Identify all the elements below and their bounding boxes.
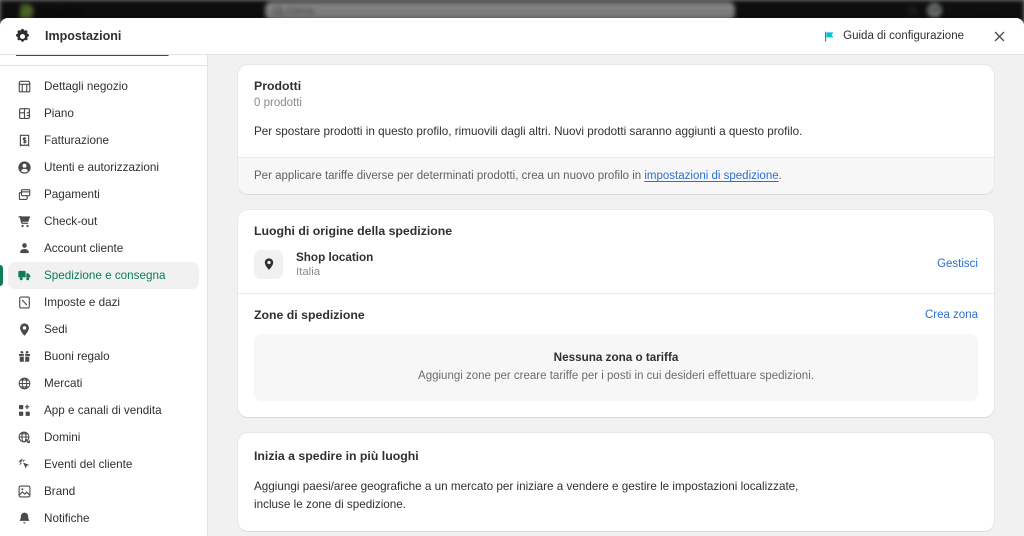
sidebar-item-piano[interactable]: Piano xyxy=(8,100,199,127)
sidebar-item-label: Buoni regalo xyxy=(44,350,110,363)
multi-location-body: Inizia a spedire in più luoghi Aggiungi … xyxy=(238,433,994,531)
sidebar-item-label: Utenti e autorizzazioni xyxy=(44,161,159,174)
create-zone-button[interactable]: Crea zona xyxy=(925,309,978,321)
sidebar-item-label: Imposte e dazi xyxy=(44,296,120,309)
zones-empty-state: Nessuna zona o tariffa Aggiungi zone per… xyxy=(254,334,978,401)
zones-title: Zone di spedizione xyxy=(254,308,365,322)
cursor-click-icon xyxy=(16,457,32,473)
sidebar-item-label: Dettagli negozio xyxy=(44,80,128,93)
sidebar-item-domini[interactable]: Domini xyxy=(8,424,199,451)
sidebar-item-label: Piano xyxy=(44,107,74,120)
zones-empty-description: Aggiungi zone per creare tariffe per i p… xyxy=(270,370,962,382)
products-card-footer: Per applicare tariffe diverse per determ… xyxy=(238,157,994,194)
sidebar-item-check-out[interactable]: Check-out xyxy=(8,208,199,235)
manage-location-button[interactable]: Gestisci xyxy=(937,258,978,270)
location-name: Shop location xyxy=(296,251,373,264)
plan-icon xyxy=(16,106,32,122)
products-card-body: Prodotti 0 prodotti Per spostare prodott… xyxy=(238,65,994,157)
zones-header: Zone di spedizione Crea zona xyxy=(238,294,994,322)
sidebar-item-label: Domini xyxy=(44,431,80,444)
truck-icon xyxy=(16,268,32,284)
card-swipe-icon xyxy=(16,187,32,203)
settings-modal: Impostazioni Guida di configurazione xyxy=(0,18,1024,536)
multi-location-title: Inizia a spedire in più luoghi xyxy=(254,449,978,463)
store-url-link[interactable]: test-spedizioni.myshopify.com xyxy=(0,55,207,66)
sidebar-item-label: Brand xyxy=(44,485,75,498)
sidebar-item-account-cliente[interactable]: Account cliente xyxy=(8,235,199,262)
modal-body: test-spedizioni.myshopify.com Dettagli n… xyxy=(0,55,1024,536)
sidebar-item-label: Fatturazione xyxy=(44,134,109,147)
sidebar-item-label: Notifiche xyxy=(44,512,89,525)
sidebar-item-pagamenti[interactable]: Pagamenti xyxy=(8,181,199,208)
shipping-origin-details: Shop location Italia xyxy=(296,251,373,278)
settings-content: Prodotti 0 prodotti Per spostare prodott… xyxy=(208,55,1024,536)
sidebar-item-label: Spedizione e consegna xyxy=(44,269,166,282)
shipping-origins-zones-card: Luoghi di origine della spedizione Shop … xyxy=(238,210,994,417)
location-country: Italia xyxy=(296,266,373,278)
domain-globe-icon xyxy=(16,430,32,446)
flag-icon xyxy=(823,30,836,43)
modal-header: Impostazioni Guida di configurazione xyxy=(0,18,1024,55)
products-title: Prodotti xyxy=(254,79,978,93)
content-scroll-region: Prodotti 0 prodotti Per spostare prodott… xyxy=(238,55,994,536)
sidebar-item-utenti-e-autorizzazioni[interactable]: Utenti e autorizzazioni xyxy=(8,154,199,181)
percent-icon xyxy=(16,295,32,311)
sidebar-item-label: Sedi xyxy=(44,323,67,336)
origins-title: Luoghi di origine della spedizione xyxy=(254,224,452,238)
multi-location-card: Inizia a spedire in più luoghi Aggiungi … xyxy=(238,433,994,531)
person-icon xyxy=(16,241,32,257)
pin-icon xyxy=(16,322,32,338)
sidebar-item-label: Mercati xyxy=(44,377,82,390)
sidebar-item-label: Eventi del cliente xyxy=(44,458,132,471)
user-circle-icon xyxy=(16,160,32,176)
sidebar-item-dettagli-negozio[interactable]: Dettagli negozio xyxy=(8,73,199,100)
sidebar-item-buoni-regalo[interactable]: Buoni regalo xyxy=(8,343,199,370)
setup-guide-label: Guida di configurazione xyxy=(843,30,964,42)
sidebar-item-fatturazione[interactable]: Fatturazione xyxy=(8,127,199,154)
sidebar-item-imposte-e-dazi[interactable]: Imposte e dazi xyxy=(8,289,199,316)
settings-sidebar[interactable]: test-spedizioni.myshopify.com Dettagli n… xyxy=(0,55,208,536)
sidebar-item-label: App e canali di vendita xyxy=(44,404,162,417)
receipt-icon xyxy=(16,133,32,149)
modal-header-left: Impostazioni xyxy=(14,28,121,45)
close-icon xyxy=(992,29,1007,44)
sidebar-item-eventi-del-cliente[interactable]: Eventi del cliente xyxy=(8,451,199,478)
gear-icon xyxy=(14,28,31,45)
gift-icon xyxy=(16,349,32,365)
sidebar-item-app-e-canali-di-vendita[interactable]: App e canali di vendita xyxy=(8,397,199,424)
origins-header: Luoghi di origine della spedizione xyxy=(238,210,994,238)
pin-icon xyxy=(254,250,283,279)
sidebar-item-spedizione-e-consegna[interactable]: Spedizione e consegna xyxy=(8,262,199,289)
products-count: 0 prodotti xyxy=(254,97,978,109)
multi-location-description: Aggiungi paesi/aree geografiche a un mer… xyxy=(254,478,824,513)
sidebar-item-label: Pagamenti xyxy=(44,188,100,201)
sidebar-item-label: Account cliente xyxy=(44,242,123,255)
sidebar-scroll-region: test-spedizioni.myshopify.com Dettagli n… xyxy=(0,55,207,532)
sidebar-item-sedi[interactable]: Sedi xyxy=(8,316,199,343)
sidebar-item-brand[interactable]: Brand xyxy=(8,478,199,505)
products-footer-prefix: Per applicare tariffe diverse per determ… xyxy=(254,170,644,182)
sidebar-item-mercati[interactable]: Mercati xyxy=(8,370,199,397)
sidebar-nav-list: Dettagli negozio Piano Fatturazione Uten… xyxy=(0,66,207,532)
zones-empty-title: Nessuna zona o tariffa xyxy=(270,351,962,364)
close-button[interactable] xyxy=(986,23,1012,49)
products-footer-suffix: . xyxy=(779,170,782,182)
globe-icon xyxy=(16,376,32,392)
brand-image-icon xyxy=(16,484,32,500)
setup-guide-button[interactable]: Guida di configurazione xyxy=(817,26,970,47)
shipping-origin-row: Shop location Italia Gestisci xyxy=(238,238,994,293)
products-card: Prodotti 0 prodotti Per spostare prodott… xyxy=(238,65,994,194)
modal-title: Impostazioni xyxy=(45,29,121,43)
shipping-settings-link[interactable]: impostazioni di spedizione xyxy=(644,170,778,182)
products-description: Per spostare prodotti in questo profilo,… xyxy=(254,124,978,141)
sidebar-item-label: Check-out xyxy=(44,215,97,228)
cart-icon xyxy=(16,214,32,230)
store-icon xyxy=(16,79,32,95)
sidebar-item-notifiche[interactable]: Notifiche xyxy=(8,505,199,532)
apps-plus-icon xyxy=(16,403,32,419)
bell-icon xyxy=(16,511,32,527)
modal-header-right: Guida di configurazione xyxy=(817,23,1012,49)
